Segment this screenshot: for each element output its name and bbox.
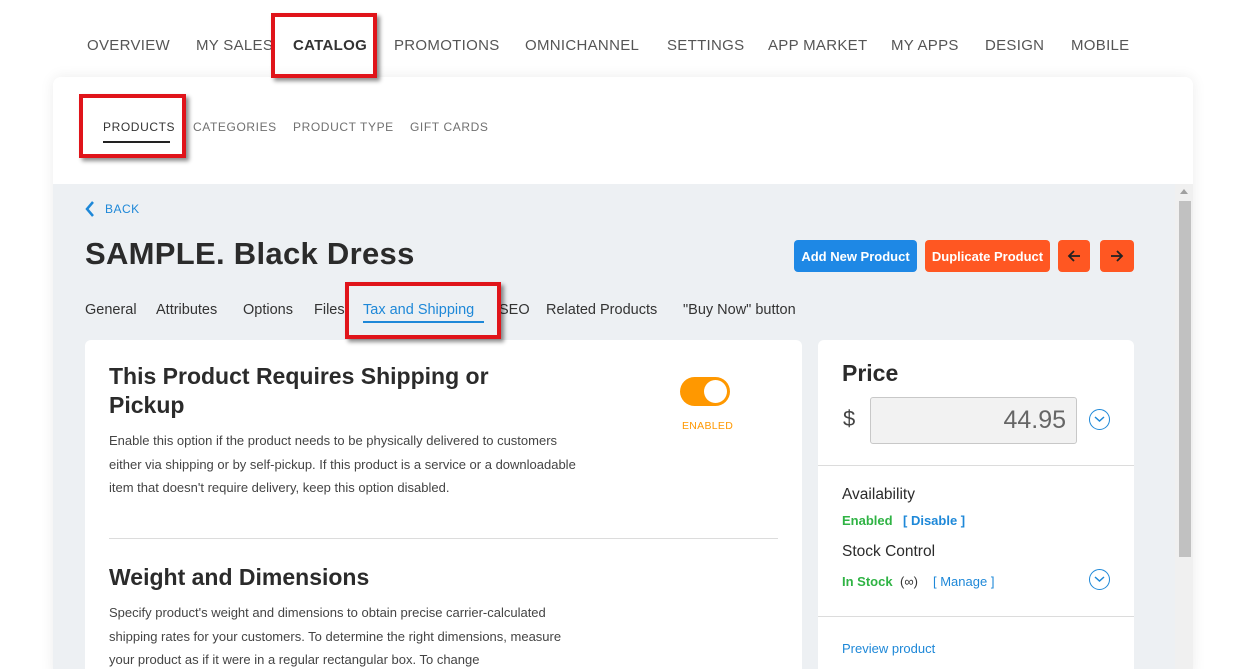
chevron-down-icon	[1094, 576, 1105, 583]
weight-dimensions-description: Specify product's weight and dimensions …	[109, 605, 562, 667]
preview-product-link[interactable]: Preview product	[842, 641, 935, 656]
shipping-required-description: Enable this option if the product needs …	[109, 433, 576, 495]
arrow-left-icon	[1067, 250, 1080, 262]
back-link[interactable]: BACK	[85, 201, 140, 217]
chevron-left-icon	[85, 201, 94, 217]
tab-options[interactable]: Options	[243, 302, 293, 318]
tab-seo[interactable]: SEO	[499, 302, 530, 318]
shipping-settings-card: This Product Requires Shipping or Pickup…	[85, 340, 802, 669]
catalog-subnav: PRODUCTS CATEGORIES PRODUCT TYPE GIFT CA…	[53, 77, 1193, 184]
shipping-required-title: This Product Requires Shipping or Pickup	[109, 363, 489, 418]
subnav-active-indicator	[103, 141, 170, 143]
nav-my-sales[interactable]: MY SALES	[196, 37, 273, 54]
tab-general[interactable]: General	[85, 302, 137, 318]
scroll-up-icon[interactable]	[1180, 189, 1188, 194]
nav-mobile[interactable]: MOBILE	[1071, 37, 1129, 54]
availability-label: Availability	[842, 486, 915, 503]
disable-link[interactable]: [ Disable ]	[903, 513, 965, 528]
tab-attributes[interactable]: Attributes	[156, 302, 217, 318]
manage-stock-link[interactable]: [ Manage ]	[933, 574, 994, 589]
previous-product-button[interactable]	[1058, 240, 1090, 272]
toggle-status-label: ENABLED	[682, 420, 734, 432]
section-divider	[109, 538, 778, 539]
catalog-panel: PRODUCTS CATEGORIES PRODUCT TYPE GIFT CA…	[53, 77, 1193, 669]
price-card: Price $ Availability Enabled [ Disable ]…	[818, 340, 1134, 669]
weight-dimensions-title: Weight and Dimensions	[109, 564, 370, 590]
top-navigation: OVERVIEW MY SALES CATALOG PROMOTIONS OMN…	[0, 0, 1235, 78]
subnav-gift-cards[interactable]: GIFT CARDS	[410, 120, 488, 134]
subnav-categories[interactable]: CATEGORIES	[193, 120, 277, 134]
chevron-down-icon	[1094, 416, 1105, 423]
back-label: BACK	[105, 202, 140, 216]
tab-tax-and-shipping[interactable]: Tax and Shipping	[363, 302, 474, 318]
nav-catalog[interactable]: CATALOG	[293, 37, 367, 54]
stock-status: In Stock	[842, 574, 893, 589]
price-expand-button[interactable]	[1089, 409, 1110, 430]
scrollbar-thumb[interactable]	[1179, 201, 1191, 557]
nav-settings[interactable]: SETTINGS	[667, 37, 744, 54]
tab-buy-now-button[interactable]: "Buy Now" button	[683, 302, 796, 318]
nav-my-apps[interactable]: MY APPS	[891, 37, 959, 54]
tab-related-products[interactable]: Related Products	[546, 302, 657, 318]
add-new-product-button[interactable]: Add New Product	[794, 240, 917, 272]
price-input[interactable]	[870, 397, 1077, 444]
scrollbar[interactable]	[1175, 184, 1193, 669]
side-divider	[818, 465, 1134, 466]
arrow-right-icon	[1111, 250, 1124, 262]
nav-app-market[interactable]: APP MARKET	[768, 37, 867, 54]
side-divider	[818, 616, 1134, 617]
availability-status: Enabled	[842, 513, 893, 528]
page-title: SAMPLE. Black Dress	[85, 236, 415, 271]
nav-omnichannel[interactable]: OMNICHANNEL	[525, 37, 639, 54]
stock-expand-button[interactable]	[1089, 569, 1110, 590]
shipping-required-toggle[interactable]	[680, 377, 730, 406]
toggle-knob	[704, 380, 727, 403]
nav-design[interactable]: DESIGN	[985, 37, 1044, 54]
stock-control-label: Stock Control	[842, 543, 936, 560]
tab-files[interactable]: Files	[314, 302, 345, 318]
subnav-product-type[interactable]: PRODUCT TYPE	[293, 120, 394, 134]
next-product-button[interactable]	[1100, 240, 1134, 272]
product-editor: BACK SAMPLE. Black Dress Add New Product…	[53, 184, 1193, 669]
nav-overview[interactable]: OVERVIEW	[87, 37, 170, 54]
nav-promotions[interactable]: PROMOTIONS	[394, 37, 500, 54]
tab-active-indicator	[363, 321, 484, 323]
price-title: Price	[842, 360, 899, 386]
stock-quantity: (∞)	[900, 574, 918, 589]
subnav-products[interactable]: PRODUCTS	[103, 120, 175, 134]
duplicate-product-button[interactable]: Duplicate Product	[925, 240, 1050, 272]
currency-symbol: $	[843, 406, 856, 431]
